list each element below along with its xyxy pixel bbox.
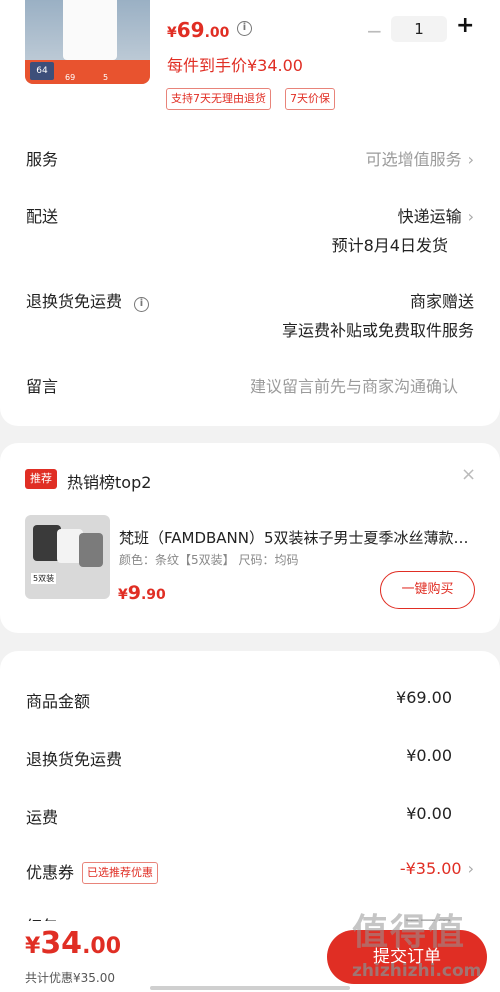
return-fee-value: ¥0.00 <box>406 746 452 765</box>
recommend-title: 热销榜top2 <box>67 473 152 492</box>
note-label: 留言 <box>26 377 59 396</box>
final-unit-price: 每件到手价¥34.00 <box>167 56 303 75</box>
goods-amount-label: 商品金额 <box>26 692 91 711</box>
service-value: 可选增值服务 <box>365 150 462 169</box>
chevron-right-icon: › <box>467 150 474 169</box>
return-shipping-row: 退换货免运费 i 商家赠送 享运费补贴或免费取件服务 <box>26 288 474 340</box>
total-integer: 34 <box>40 926 83 961</box>
recommend-product-name[interactable]: 梵班（FAMDBANN）5双装袜子男士夏季冰丝薄款短袜 <box>119 527 475 548</box>
shipping-fee-label: 运费 <box>26 808 59 827</box>
sock-image <box>79 533 103 567</box>
chevron-right-icon: › <box>467 859 474 878</box>
return-shipping-value: 商家赠送 <box>409 292 474 311</box>
one-click-buy-button[interactable]: 一键购买 <box>380 571 475 609</box>
quantity-plus-button[interactable]: + <box>456 13 474 38</box>
recommendation-card: 推荐 热销榜top2 × 5双装 梵班（FAMDBANN）5双装袜子男士夏季冰丝… <box>0 443 500 633</box>
price-currency: ¥ <box>167 25 177 41</box>
home-indicator[interactable] <box>150 986 350 990</box>
quantity-input[interactable]: 1 <box>391 16 447 42</box>
price-decimal: .00 <box>204 25 230 41</box>
delivery-estimate: 预计8月4日发货 <box>331 236 448 255</box>
total-currency: ¥ <box>25 934 41 959</box>
close-icon[interactable]: × <box>461 464 476 485</box>
info-icon[interactable]: i <box>134 297 150 312</box>
service-label: 服务 <box>26 150 59 169</box>
watermark-logo: 值得值 <box>352 912 467 953</box>
thumb-badge: 64 <box>30 62 54 80</box>
coupon-label: 优惠券 <box>26 863 75 882</box>
coupon-value: -¥35.00 <box>399 859 462 878</box>
recommend-product-image[interactable]: 5双装 <box>25 515 110 599</box>
price-integer: 9 <box>127 582 141 604</box>
delivery-row[interactable]: 配送 快递运输 › 预计8月4日发货 <box>26 203 474 255</box>
delivery-value: 快递运输 <box>397 207 462 226</box>
goods-amount-value: ¥69.00 <box>396 688 452 707</box>
recommend-product-spec: 颜色：条纹【5双装】 尺码：均码 <box>119 553 299 567</box>
unit-price: ¥69.00 <box>167 18 229 42</box>
recommend-price: ¥9.90 <box>118 582 166 604</box>
shipping-fee-value: ¥0.00 <box>406 804 452 823</box>
coupon-tag: 已选推荐优惠 <box>82 862 159 884</box>
return-fee-label: 退换货免运费 <box>26 750 123 769</box>
recommend-badge: 推荐 <box>25 469 57 489</box>
price-decimal: .90 <box>140 587 166 603</box>
price-protect-tag: 7天价保 <box>285 88 335 110</box>
return-policy-tag: 支持7天无理由退货 <box>166 88 271 110</box>
order-item-card: 64 69 5 ¥69.00 i − 1 + 每件到手价¥34.00 支持7天无… <box>0 0 500 426</box>
return-shipping-label: 退换货免运费 i <box>26 288 150 312</box>
shirt-image <box>63 0 117 60</box>
product-thumbnail[interactable]: 64 69 5 <box>25 0 150 84</box>
thumb-badge-2: 69 <box>65 73 76 82</box>
total-decimal: .00 <box>82 934 122 959</box>
delivery-label: 配送 <box>26 207 59 226</box>
total-savings: 共计优惠¥35.00 <box>25 971 115 985</box>
image-label: 5双装 <box>31 573 57 584</box>
info-icon[interactable]: i <box>237 21 252 36</box>
price-currency: ¥ <box>118 587 128 603</box>
chevron-right-icon: › <box>467 207 474 226</box>
total-price: ¥34.00 <box>25 926 121 961</box>
quantity-minus-button[interactable]: − <box>366 19 383 43</box>
watermark-site: zhizhizhi.com <box>352 961 482 981</box>
note-input[interactable]: 建议留言前先与商家沟通确认 <box>250 373 458 397</box>
thumbnail-banner: 64 69 5 <box>25 60 150 84</box>
return-shipping-sub: 享运费补贴或免费取件服务 <box>281 321 474 340</box>
thumb-badge-3: 5 <box>103 73 109 82</box>
price-integer: 69 <box>176 18 205 42</box>
